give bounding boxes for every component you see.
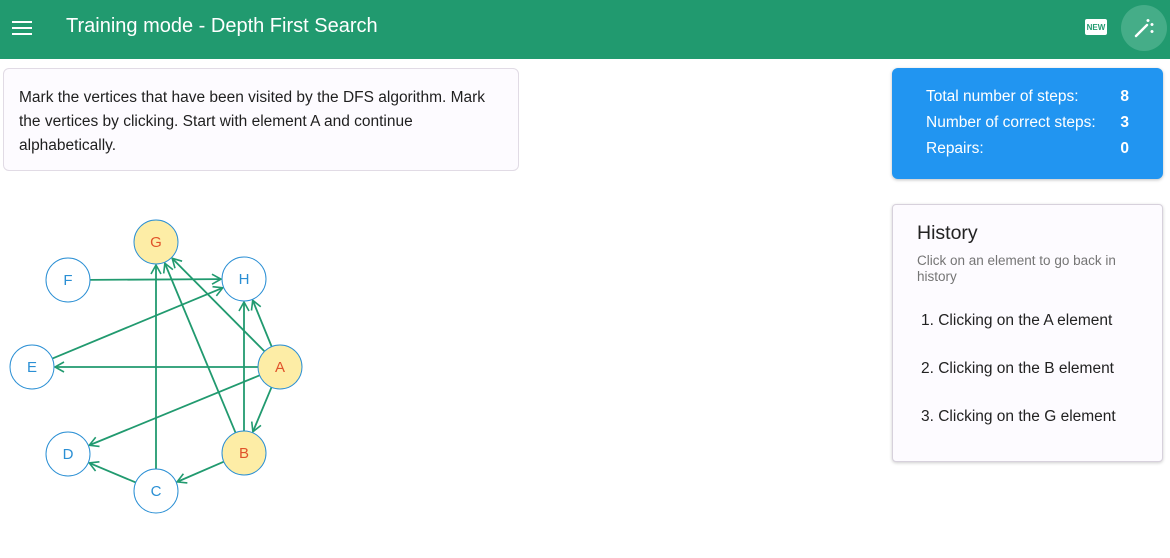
stat-correct-value: 3: [1120, 114, 1129, 131]
vertex-c[interactable]: C: [133, 468, 179, 514]
edge-f-h: [89, 273, 223, 285]
dfs-graph: A B C D E F G H: [9, 219, 303, 514]
stat-correct-steps: Number of correct steps: 3: [926, 114, 1129, 140]
vertex-label: B: [239, 445, 249, 462]
stat-total-steps: Total number of steps: 8: [926, 88, 1129, 114]
app-bar: Training mode - Depth First Search NEW: [0, 0, 1170, 59]
stats-card: Total number of steps: 8 Number of corre…: [892, 68, 1163, 179]
stat-total-value: 8: [1120, 88, 1129, 105]
vertex-label: A: [275, 359, 285, 376]
stat-repairs-label: Repairs:: [926, 140, 984, 157]
history-subtitle: Click on an element to go back in histor…: [917, 253, 1116, 284]
history-item-3[interactable]: 3. Clicking on the G element: [921, 408, 1116, 426]
stat-repairs: Repairs: 0: [926, 140, 1129, 166]
vertex-f[interactable]: F: [45, 257, 91, 303]
vertex-g[interactable]: G: [133, 219, 179, 265]
magic-wand-button[interactable]: [1121, 5, 1167, 51]
stat-correct-label: Number of correct steps:: [926, 114, 1096, 131]
edge-c-d: [87, 460, 137, 484]
hamburger-menu-icon[interactable]: [7, 13, 37, 43]
vertex-b[interactable]: B: [221, 430, 267, 476]
vertex-label: H: [239, 271, 250, 288]
edge-a-b: [250, 386, 273, 434]
vertex-label: G: [150, 234, 162, 251]
task-instructions: Mark the vertices that have been visited…: [19, 89, 486, 154]
vertex-label: D: [63, 446, 74, 463]
history-card: History Click on an element to go back i…: [892, 204, 1163, 462]
vertex-d[interactable]: D: [45, 431, 91, 477]
magic-wand-icon: [1134, 19, 1154, 38]
new-badge-icon[interactable]: NEW: [1085, 19, 1107, 35]
stat-total-label: Total number of steps:: [926, 88, 1079, 105]
vertex-label: E: [27, 359, 37, 376]
task-card: Mark the vertices that have been visited…: [3, 68, 519, 171]
history-item-2[interactable]: 2. Clicking on the B element: [921, 360, 1114, 378]
stat-repairs-value: 0: [1120, 140, 1129, 157]
history-item-1[interactable]: 1. Clicking on the A element: [921, 312, 1112, 330]
vertex-e[interactable]: E: [9, 344, 55, 390]
vertex-label: F: [63, 272, 72, 289]
edge-a-h: [250, 298, 273, 347]
history-title: History: [917, 222, 978, 244]
vertex-label: C: [151, 483, 162, 500]
page-title: Training mode - Depth First Search: [66, 15, 378, 37]
vertex-a[interactable]: A: [257, 344, 303, 390]
vertex-h[interactable]: H: [221, 256, 267, 302]
edge-b-c: [175, 460, 225, 484]
